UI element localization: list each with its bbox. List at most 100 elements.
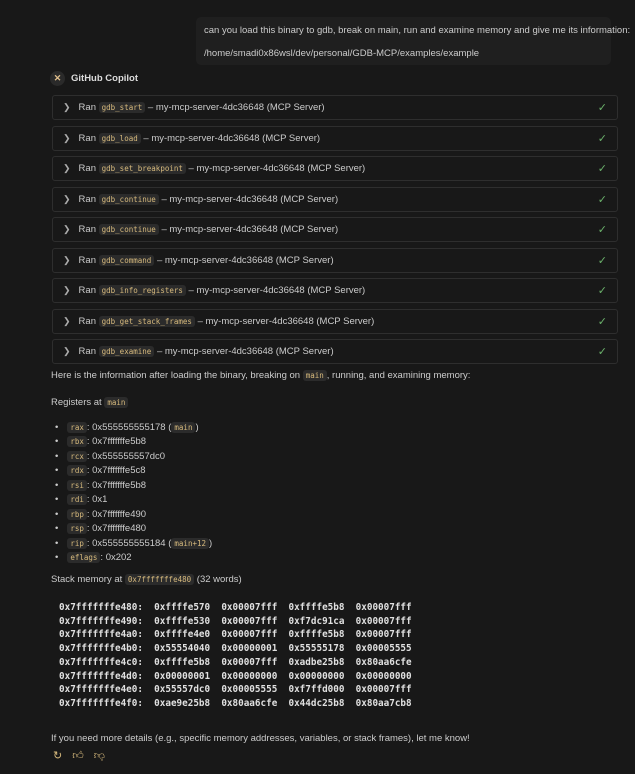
paren: ): [209, 537, 213, 549]
tool-call-row[interactable]: ❯ Ran gdb_examine – my-mcp-server-4dc3664…: [52, 339, 618, 364]
stack-heading: Stack memory at 0x7fffffffe480 (32 words…: [51, 574, 242, 585]
register-value: : 0x555555557dc0: [86, 450, 166, 462]
tool-call-row[interactable]: ❯ Ran gdb_continue – my-mcp-server-4dc366…: [52, 186, 618, 212]
register-name: rcx: [67, 450, 87, 462]
inline-code: main: [302, 370, 327, 381]
register-value: : 0x555555555184 (: [86, 537, 172, 549]
check-icon: ✓: [597, 102, 607, 114]
tool-call-row[interactable]: ❯ Ran gdb_info_registers – my-mcp-server-…: [52, 278, 618, 303]
register-value: : 0x7fffffffe5b8: [86, 436, 147, 448]
register-item: rbx: 0x7fffffffe5b8: [51, 435, 212, 450]
register-value: : 0x202: [100, 552, 132, 564]
chevron-right-icon: ❯: [63, 254, 71, 265]
register-item: rsi: 0x7fffffffe5b8: [51, 478, 212, 493]
tool-prefix: Ran: [78, 315, 96, 327]
register-name: rbx: [67, 436, 87, 448]
check-icon: ✓: [597, 346, 607, 358]
symbol: main: [171, 421, 196, 433]
tool-name: gdb_get_stack_frames: [98, 315, 195, 327]
user-message: can you load this binary to gdb, break o…: [196, 17, 630, 65]
tool-prefix: Ran: [78, 163, 96, 174]
memory-dump: 0x7fffffffe480: 0xffffe570 0x00007fff 0x…: [59, 602, 412, 709]
check-icon: ✓: [597, 193, 607, 206]
register-name: rsi: [67, 479, 87, 491]
paren: ): [195, 421, 199, 433]
tool-name: gdb_continue: [98, 224, 159, 235]
tool-prefix: Ran: [78, 132, 96, 144]
register-name: rdi: [67, 494, 87, 506]
tool-name: gdb_info_registers: [98, 285, 186, 296]
register-value: : 0x7fffffffe5c8: [86, 465, 146, 477]
tool-name: gdb_command: [98, 254, 155, 266]
tool-server: – my-mcp-server-4dc36648 (MCP Server): [156, 254, 334, 266]
tool-name: gdb_examine: [98, 346, 155, 357]
inline-code: 0x7fffffffe480: [124, 574, 195, 585]
tool-prefix: Ran: [78, 193, 96, 205]
tool-name: gdb_load: [98, 132, 141, 144]
register-item: rcx: 0x555555557dc0: [51, 449, 212, 464]
tool-server: – my-mcp-server-4dc36648 (MCP Server): [147, 102, 325, 113]
register-name: rax: [67, 421, 87, 433]
tool-prefix: Ran: [78, 254, 96, 266]
chevron-right-icon: ❯: [63, 315, 71, 326]
tool-name: gdb_start: [98, 102, 146, 113]
tool-call-row[interactable]: ❯ Ran gdb_continue – my-mcp-server-4dc366…: [52, 217, 618, 242]
tool-call-row[interactable]: ❯ Ran gdb_load – my-mcp-server-4dc36648 (…: [52, 125, 618, 151]
register-item: rip: 0x555555555184 (main+12): [51, 536, 212, 551]
tool-name: gdb_continue: [98, 193, 159, 205]
tool-call-list: ❯ Ran gdb_start – my-mcp-server-4dc36648 …: [52, 95, 618, 370]
check-icon: ✓: [597, 315, 607, 328]
register-item: rdx: 0x7fffffffe5c8: [51, 464, 212, 479]
register-item: eflags: 0x202: [51, 551, 212, 566]
register-value: : 0x7fffffffe490: [86, 508, 147, 520]
register-value: : 0x555555555178 (: [86, 421, 172, 433]
check-icon: ✓: [597, 254, 607, 267]
closing-text: If you need more details (e.g., specific…: [51, 733, 470, 744]
chevron-right-icon: ❯: [63, 285, 71, 295]
tool-server: – my-mcp-server-4dc36648 (MCP Server): [161, 193, 339, 205]
tool-server: – my-mcp-server-4dc36648 (MCP Server): [197, 315, 375, 327]
check-icon: ✓: [597, 285, 607, 297]
check-icon: ✓: [597, 163, 607, 175]
chevron-right-icon: ❯: [63, 163, 71, 173]
retry-icon[interactable]: ↻: [53, 749, 62, 762]
tool-prefix: Ran: [78, 102, 96, 113]
user-message-path: /home/smadi0x86wsl/dev/personal/GDB-MCP/…: [204, 48, 480, 59]
tool-call-row[interactable]: ❯ Ran gdb_get_stack_frames – my-mcp-serve…: [52, 308, 618, 334]
inline-code: main: [104, 397, 129, 408]
tool-call-row[interactable]: ❯ Ran gdb_start – my-mcp-server-4dc36648 …: [52, 95, 618, 120]
register-name: rdx: [67, 465, 87, 477]
register-value: : 0x7fffffffe5b8: [86, 479, 147, 491]
tool-server: – my-mcp-server-4dc36648 (MCP Server): [188, 163, 366, 174]
tool-prefix: Ran: [78, 224, 96, 235]
register-value: : 0x7fffffffe480: [86, 523, 147, 535]
response-actions: ↻ 👍︎ 👎︎: [53, 749, 105, 762]
intro-text: Here is the information after loading th…: [51, 370, 471, 381]
tool-prefix: Ran: [78, 346, 96, 357]
tool-server: – my-mcp-server-4dc36648 (MCP Server): [161, 224, 339, 235]
thumbs-down-icon[interactable]: 👎︎: [94, 749, 105, 762]
register-name: eflags: [67, 552, 101, 564]
chevron-right-icon: ❯: [63, 346, 71, 356]
check-icon: ✓: [597, 132, 607, 145]
copilot-avatar-icon: ✕: [50, 71, 65, 86]
symbol: main+12: [171, 537, 210, 549]
register-name: rsp: [67, 523, 87, 535]
user-message-line1: can you load this binary to gdb, break o…: [204, 25, 631, 36]
thumbs-up-icon[interactable]: 👍︎: [72, 749, 84, 762]
register-item: rdi: 0x1: [51, 493, 212, 508]
tool-server: – my-mcp-server-4dc36648 (MCP Server): [143, 132, 321, 144]
register-item: rbp: 0x7fffffffe490: [51, 507, 212, 522]
tool-call-row[interactable]: ❯ Ran gdb_set_breakpoint – my-mcp-server-…: [52, 156, 618, 181]
chevron-right-icon: ❯: [63, 193, 71, 204]
register-value: : 0x1: [86, 494, 108, 506]
check-icon: ✓: [597, 224, 607, 236]
register-item: rax: 0x555555555178 (main): [51, 420, 212, 435]
chevron-right-icon: ❯: [63, 132, 71, 143]
register-name: rip: [67, 537, 87, 549]
register-item: rsp: 0x7fffffffe480: [51, 522, 212, 537]
register-name: rbp: [67, 508, 87, 520]
tool-call-row[interactable]: ❯ Ran gdb_command – my-mcp-server-4dc3664…: [52, 247, 618, 273]
tool-name: gdb_set_breakpoint: [98, 163, 186, 174]
tool-server: – my-mcp-server-4dc36648 (MCP Server): [156, 346, 334, 357]
